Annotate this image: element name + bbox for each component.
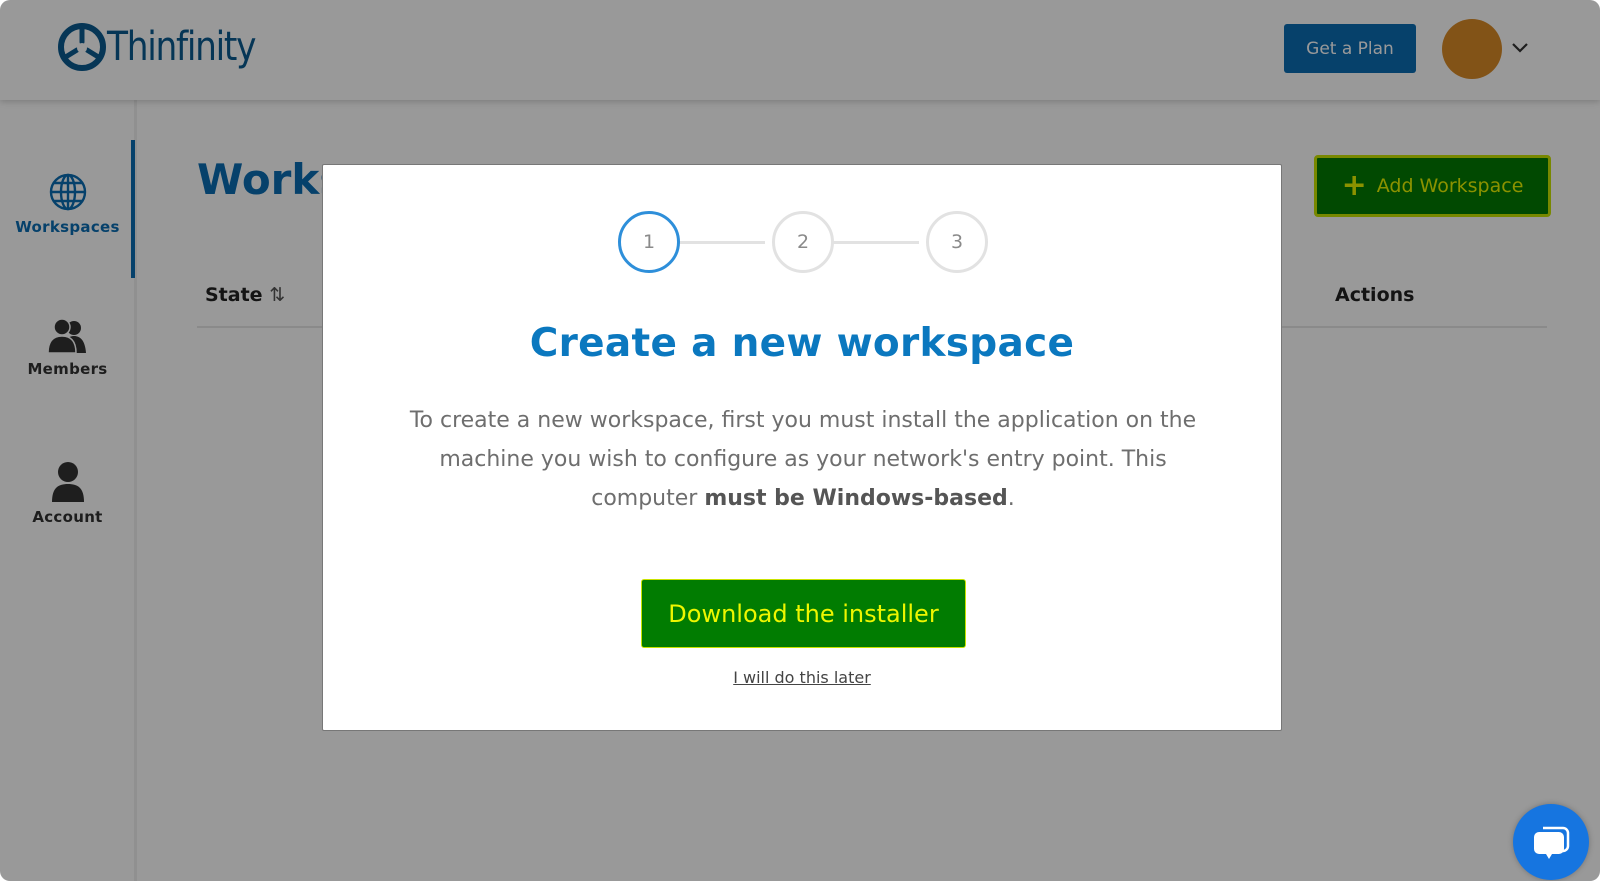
stepper-connector [669, 241, 765, 244]
dialog-title: Create a new workspace [529, 321, 1075, 366]
description-emphasis: must be Windows-based [704, 486, 1008, 511]
step-2: 2 [772, 211, 834, 273]
dialog-description: To create a new workspace, first you mus… [393, 401, 1213, 518]
stepper: 1 2 3 [323, 211, 1281, 275]
download-installer-button[interactable]: Download the installer [641, 579, 966, 648]
create-workspace-dialog: 1 2 3 Create a new workspace To create a… [322, 164, 1282, 731]
step-3: 3 [926, 211, 988, 273]
do-later-label[interactable]: I will do this later [733, 668, 871, 687]
stepper-connector [823, 241, 919, 244]
chat-button[interactable] [1513, 804, 1589, 880]
do-later-link[interactable]: I will do this later [323, 668, 1281, 687]
chat-bubble-icon [1534, 826, 1570, 859]
step-1: 1 [618, 211, 680, 273]
description-end: . [1007, 486, 1015, 511]
